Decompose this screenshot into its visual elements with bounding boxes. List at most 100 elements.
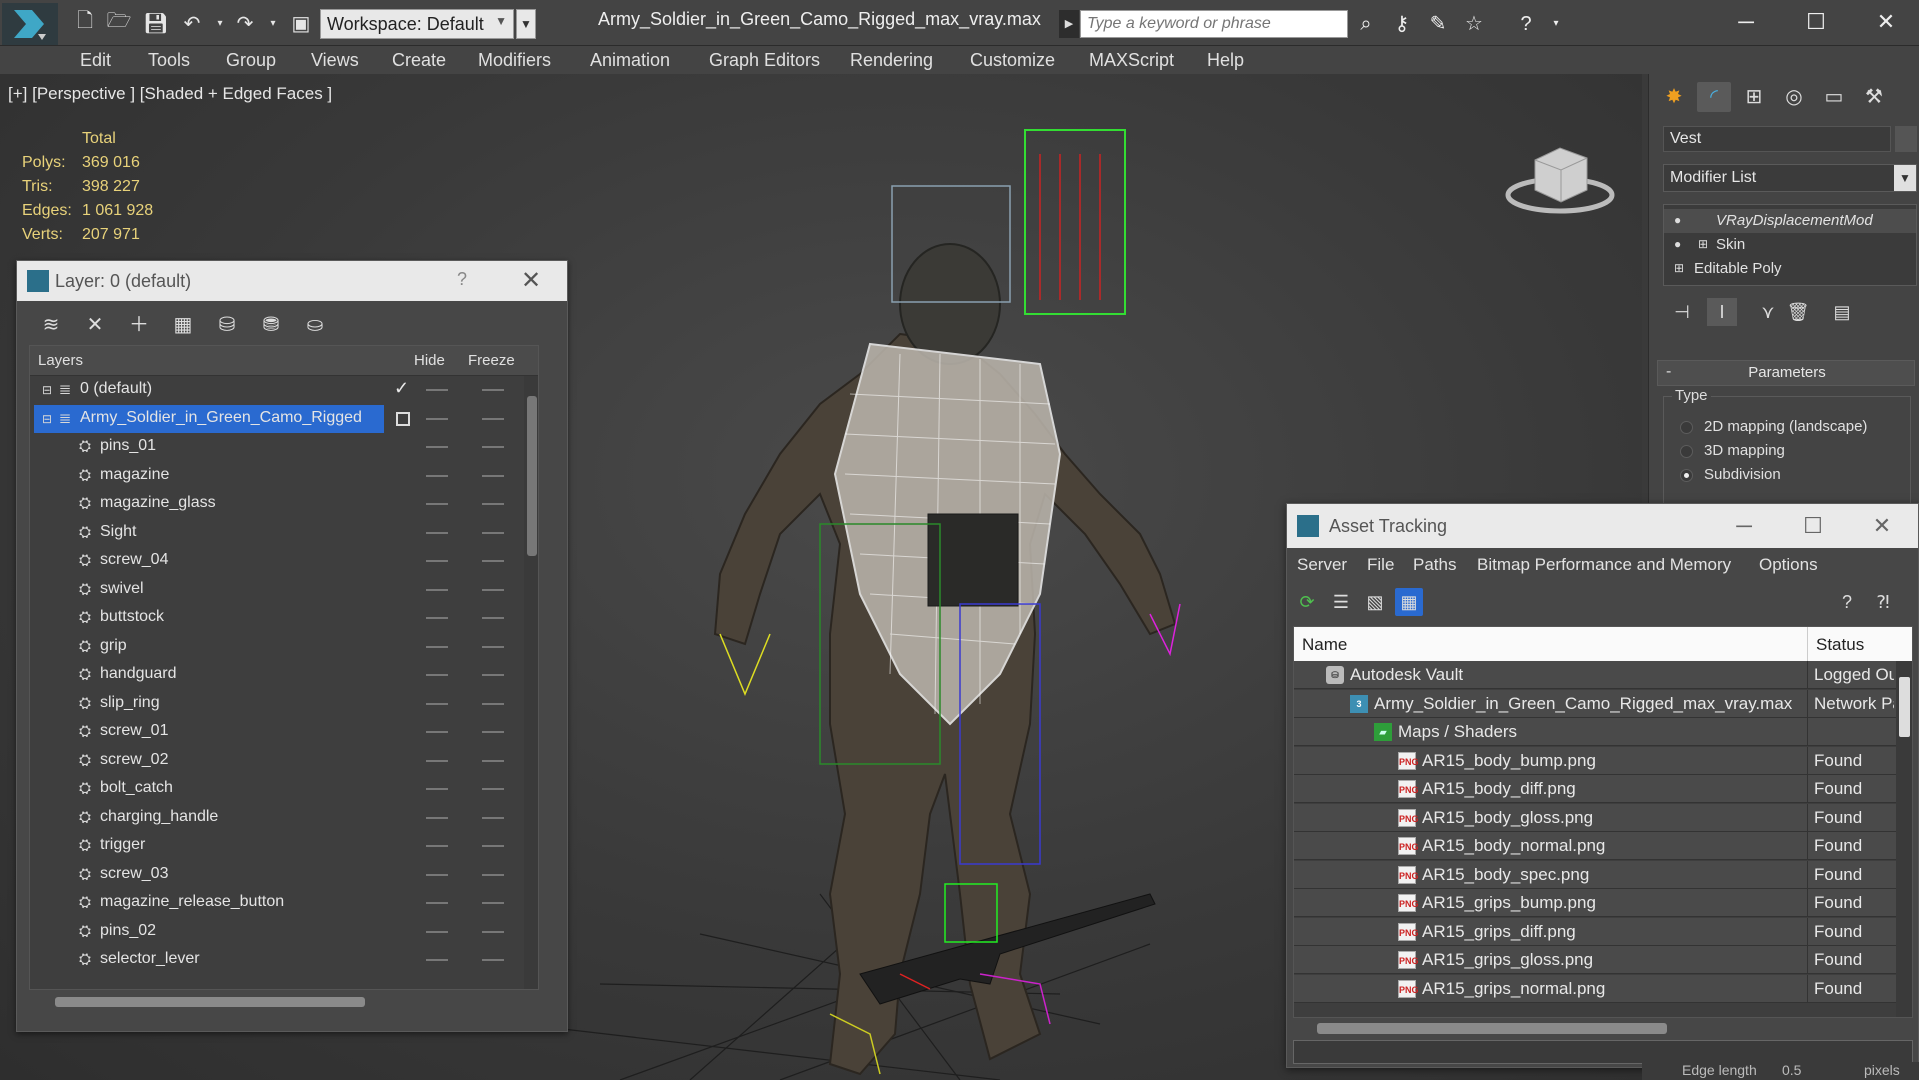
list-view-icon[interactable]: ☰ bbox=[1327, 588, 1355, 616]
thumbnail-view-icon[interactable]: ▧ bbox=[1361, 588, 1389, 616]
freeze-toggle[interactable] bbox=[482, 873, 504, 876]
asset-menu-server[interactable]: Server bbox=[1297, 555, 1347, 575]
asset-row[interactable]: PNG AR15_grips_diff.png Found bbox=[1294, 917, 1896, 946]
freeze-toggle[interactable] bbox=[482, 446, 504, 448]
asset-row[interactable]: PNG AR15_grips_gloss.png Found bbox=[1294, 946, 1896, 974]
scroll-thumb[interactable] bbox=[1317, 1023, 1667, 1034]
minimize-icon[interactable]: ─ bbox=[1727, 512, 1761, 540]
freeze-toggle[interactable] bbox=[482, 674, 504, 676]
app-menu-button[interactable] bbox=[2, 3, 58, 45]
layer-row[interactable]: ⛭ bolt_catch bbox=[30, 775, 524, 803]
close-icon[interactable]: ✕ bbox=[521, 266, 541, 295]
layer-name[interactable]: magazine_glass bbox=[100, 494, 216, 512]
soldier-model[interactable] bbox=[713, 129, 1181, 1076]
layer-name[interactable]: selector_lever bbox=[100, 950, 200, 968]
favorites-star-icon[interactable]: ☆ bbox=[1460, 10, 1488, 38]
menu-rendering[interactable]: Rendering bbox=[850, 50, 933, 71]
maximize-button[interactable]: ☐ bbox=[1796, 4, 1836, 40]
vertical-scrollbar[interactable] bbox=[524, 376, 538, 989]
freeze-toggle[interactable] bbox=[482, 788, 504, 790]
freeze-toggle[interactable] bbox=[482, 930, 504, 933]
expand-icon[interactable]: ⊞ bbox=[1698, 237, 1712, 251]
menu-create[interactable]: Create bbox=[392, 50, 446, 71]
freeze-toggle[interactable] bbox=[482, 531, 504, 534]
menu-maxscript[interactable]: MAXScript bbox=[1089, 50, 1174, 71]
show-end-result-icon[interactable]: I bbox=[1707, 298, 1737, 326]
asset-menu-file[interactable]: File bbox=[1367, 555, 1394, 575]
column-status[interactable]: Status bbox=[1816, 635, 1864, 655]
asset-row[interactable]: PNG AR15_body_normal.png Found bbox=[1294, 832, 1896, 860]
collapse-icon[interactable]: ⊟ bbox=[38, 410, 56, 428]
hide-toggle[interactable] bbox=[426, 617, 448, 619]
freeze-toggle[interactable] bbox=[482, 845, 504, 847]
layer-row[interactable]: ⛭ screw_01 bbox=[30, 718, 524, 746]
menu-tools[interactable]: Tools bbox=[148, 50, 190, 71]
menu-modifiers[interactable]: Modifiers bbox=[478, 50, 551, 71]
freeze-toggle[interactable] bbox=[482, 759, 504, 762]
menu-graph-editors[interactable]: Graph Editors bbox=[709, 50, 820, 71]
expand-icon[interactable]: ⊞ bbox=[1674, 261, 1688, 275]
layer-row[interactable]: ⛭ slip_ring bbox=[30, 690, 524, 718]
asset-row[interactable]: PNG AR15_body_bump.png Found bbox=[1294, 746, 1896, 775]
freeze-toggle[interactable] bbox=[482, 959, 504, 961]
layer-name[interactable]: screw_03 bbox=[100, 865, 168, 883]
asset-row[interactable]: PNG AR15_grips_normal.png Found bbox=[1294, 974, 1896, 1003]
menu-group[interactable]: Group bbox=[226, 50, 276, 71]
refresh-icon[interactable]: ⟳ bbox=[1293, 588, 1321, 616]
freeze-toggle[interactable] bbox=[482, 417, 504, 420]
asset-row[interactable]: ⛁ Autodesk Vault Logged Out bbox=[1294, 661, 1896, 689]
hide-toggle[interactable] bbox=[426, 645, 448, 648]
column-hide[interactable]: Hide bbox=[414, 352, 445, 369]
layer-row[interactable]: ⛭ screw_04 bbox=[30, 547, 524, 575]
hide-toggle[interactable] bbox=[426, 588, 448, 591]
radio-button[interactable] bbox=[1680, 421, 1693, 434]
project-folder-icon[interactable]: ▣ bbox=[288, 10, 314, 36]
make-unique-icon[interactable]: ⋎ bbox=[1753, 298, 1783, 326]
asset-row[interactable]: 3 Army_Soldier_in_Green_Camo_Rigged_max_v… bbox=[1294, 689, 1896, 718]
layer-name[interactable]: charging_handle bbox=[100, 808, 218, 826]
scroll-thumb[interactable] bbox=[55, 997, 365, 1007]
layer-row[interactable]: ⛭ pins_02 bbox=[30, 918, 524, 946]
freeze-toggle[interactable] bbox=[482, 816, 504, 819]
utilities-tab-icon[interactable]: ⚒ bbox=[1857, 82, 1891, 112]
asset-row[interactable]: PNG AR15_grips_bump.png Found bbox=[1294, 889, 1896, 917]
hide-toggle[interactable] bbox=[426, 902, 448, 904]
object-name-field[interactable]: Vest bbox=[1663, 126, 1891, 152]
layer-row[interactable]: ⛭ magazine bbox=[30, 462, 524, 490]
hide-all-layers-icon[interactable]: ⛀ bbox=[301, 311, 329, 339]
open-folder-icon[interactable]: 🗁 bbox=[106, 10, 132, 36]
asset-row[interactable]: PNG AR15_body_spec.png Found bbox=[1294, 860, 1896, 889]
display-tab-icon[interactable]: ▭ bbox=[1817, 82, 1851, 112]
new-file-icon[interactable]: 🗋 bbox=[72, 10, 98, 36]
motion-tab-icon[interactable]: ◎ bbox=[1777, 82, 1811, 112]
layer-row[interactable]: ⛭ screw_03 bbox=[30, 861, 524, 889]
layer-name[interactable]: swivel bbox=[100, 580, 144, 598]
column-layers[interactable]: Layers bbox=[38, 352, 83, 369]
viewcube-icon[interactable] bbox=[1505, 130, 1615, 220]
object-color-swatch[interactable] bbox=[1895, 126, 1917, 152]
close-icon[interactable]: ✕ bbox=[1865, 512, 1899, 540]
freeze-toggle[interactable] bbox=[482, 617, 504, 619]
modifier-stack-item[interactable]: ⊞ Editable Poly bbox=[1664, 257, 1916, 281]
modifier-stack-item[interactable]: ● ⊞ Skin bbox=[1664, 233, 1916, 257]
hide-toggle[interactable] bbox=[426, 731, 448, 733]
set-current-layer-icon[interactable] bbox=[396, 411, 410, 426]
hierarchy-tab-icon[interactable]: ⊞ bbox=[1737, 82, 1771, 112]
freeze-toggle[interactable] bbox=[482, 389, 504, 391]
modifier-list-dropdown[interactable]: Modifier List ▼ bbox=[1663, 164, 1917, 192]
create-layer-icon[interactable]: ＋ bbox=[125, 311, 153, 339]
layer-name[interactable]: pins_01 bbox=[100, 437, 156, 455]
radio-button[interactable] bbox=[1680, 469, 1693, 482]
table-view-icon[interactable]: ▦ bbox=[1395, 588, 1423, 616]
layer-name[interactable]: trigger bbox=[100, 836, 145, 854]
hide-toggle[interactable] bbox=[426, 959, 448, 961]
edge-length-value[interactable]: 0.5 bbox=[1782, 1062, 1801, 1078]
hide-toggle[interactable] bbox=[426, 816, 448, 819]
hide-toggle[interactable] bbox=[426, 417, 448, 420]
delete-layer-icon[interactable]: ✕ bbox=[81, 311, 109, 339]
parameters-rollout[interactable]: - Parameters bbox=[1657, 360, 1915, 386]
layer-row[interactable]: ⛭ swivel bbox=[30, 576, 524, 604]
horizontal-scrollbar[interactable] bbox=[29, 990, 539, 1012]
layer-name[interactable]: screw_01 bbox=[100, 722, 168, 740]
help-icon[interactable]: ? bbox=[1833, 588, 1861, 616]
